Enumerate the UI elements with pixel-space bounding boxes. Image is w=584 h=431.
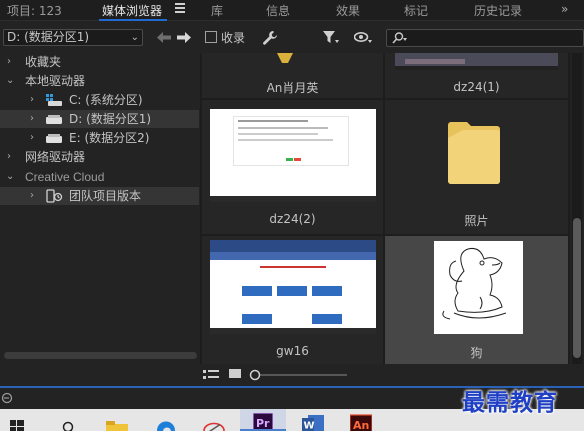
search-icon <box>392 32 407 44</box>
tab-media-browser[interactable]: 媒体浏览器 <box>102 2 162 19</box>
list-view-icon[interactable] <box>203 370 219 381</box>
icon-view-icon[interactable] <box>229 369 241 380</box>
tree-item-drive-e[interactable]: › E: (数据分区2) <box>0 129 199 147</box>
expand-arrow-icon[interactable]: › <box>30 187 34 205</box>
folder-icon <box>448 122 500 184</box>
tab-history[interactable]: 历史记录 <box>474 2 522 19</box>
dog-drawing-icon <box>442 248 507 320</box>
grid-item-label: An肖月英 <box>266 81 319 95</box>
status-icon <box>1 392 13 404</box>
tree-item-team-projects[interactable]: › 团队项目版本 <box>0 187 199 205</box>
premiere-taskbar-item[interactable]: Pr <box>240 409 286 431</box>
file-explorer-icon[interactable] <box>105 417 129 431</box>
team-project-icon <box>46 189 63 203</box>
wrench-icon[interactable] <box>262 30 278 46</box>
tree-item-local-drives[interactable]: ⌄ 本地驱动器 <box>0 72 199 90</box>
media-browser-window: 项目: 123 媒体浏览器 库 信息 效果 标记 历史记录 » D: (数据分区… <box>0 0 584 431</box>
forward-arrow-icon[interactable] <box>177 32 191 43</box>
expand-arrow-icon[interactable]: › <box>30 91 34 109</box>
grid-item-label: 狗 <box>470 346 483 360</box>
collapse-arrow-icon[interactable]: ⌄ <box>6 168 14 186</box>
screenshot-thumbnail <box>395 53 558 70</box>
tab-info[interactable]: 信息 <box>266 2 290 19</box>
location-tree: › 收藏夹 ⌄ 本地驱动器 › C: (系统分区) › D: (数据分区1) › <box>0 53 199 364</box>
svg-text:W: W <box>304 421 315 431</box>
active-tab-indicator <box>99 19 167 21</box>
ingest-label: 收录 <box>221 31 246 45</box>
thumbnail-zoom-slider[interactable] <box>249 368 349 382</box>
screenshot-thumbnail <box>210 109 376 202</box>
back-arrow-icon[interactable] <box>157 32 171 43</box>
panel-menu-icon[interactable] <box>175 3 185 15</box>
grid-item-dz24-1[interactable]: dz24(1) <box>385 53 568 98</box>
filter-icon[interactable] <box>323 31 339 45</box>
grid-item-label: dz24(1) <box>453 80 500 94</box>
watermark-text: 最需教育 <box>462 389 558 416</box>
grid-item-label: gw16 <box>276 344 309 358</box>
grid-item-label: dz24(2) <box>269 212 316 226</box>
system-drive-icon <box>46 94 62 106</box>
svg-text:An: An <box>353 419 369 431</box>
drive-icon <box>46 134 62 143</box>
view-icon[interactable] <box>354 32 372 44</box>
tab-project[interactable]: 项目: 123 <box>7 2 62 19</box>
tree-item-network-drives[interactable]: › 网络驱动器 <box>0 148 199 166</box>
drive-dropdown[interactable]: D: (数据分区1) ⌄ <box>3 29 143 46</box>
windows-icon[interactable] <box>10 416 24 431</box>
search-input[interactable] <box>386 29 584 47</box>
grid-item-an-xiaoyueying[interactable]: An肖月英 <box>202 53 383 98</box>
screenshot-thumbnail <box>210 240 376 334</box>
photo-thumbnail <box>277 53 293 63</box>
grid-item-gw16[interactable]: gw16 <box>202 236 383 364</box>
vertical-scrollbar-thumb[interactable] <box>573 218 581 358</box>
search-icon[interactable] <box>61 417 77 431</box>
app-icon[interactable] <box>202 416 226 431</box>
tab-markers[interactable]: 标记 <box>404 2 428 19</box>
tree-item-favorites[interactable]: › 收藏夹 <box>0 53 199 71</box>
collapse-arrow-icon[interactable]: ⌄ <box>6 72 14 90</box>
drive-icon <box>46 115 62 124</box>
expand-arrow-icon[interactable]: › <box>7 148 11 166</box>
tree-item-drive-c[interactable]: › C: (系统分区) <box>0 91 199 109</box>
tree-item-creative-cloud[interactable]: ⌄ Creative Cloud <box>0 168 199 186</box>
media-grid: An肖月英 dz24(1) dz24(2) 照片 gw16 狗 <box>200 53 570 364</box>
edge-icon[interactable] <box>155 416 177 431</box>
grid-item-label: 照片 <box>464 214 489 228</box>
tab-libraries[interactable]: 库 <box>211 2 223 19</box>
grid-item-photos-folder[interactable]: 照片 <box>385 100 568 234</box>
word-icon[interactable]: W <box>302 413 324 431</box>
grid-item-dz24-2[interactable]: dz24(2) <box>202 100 383 234</box>
drive-dropdown-value: D: (数据分区1) <box>7 30 90 44</box>
tab-effects[interactable]: 效果 <box>336 2 360 19</box>
more-tabs-icon[interactable]: » <box>561 2 568 16</box>
ingest-checkbox[interactable] <box>205 31 217 43</box>
horizontal-scrollbar[interactable] <box>4 352 197 359</box>
chevron-down-icon: ⌄ <box>130 32 139 43</box>
browser-toolbar: D: (数据分区1) ⌄ 收录 <box>0 23 584 53</box>
grid-item-dog[interactable]: 狗 <box>385 236 568 364</box>
expand-arrow-icon[interactable]: › <box>30 110 34 128</box>
animate-icon[interactable]: An <box>350 413 372 431</box>
drawing-thumbnail <box>434 241 523 334</box>
expand-arrow-icon[interactable]: › <box>7 53 11 71</box>
expand-arrow-icon[interactable]: › <box>30 129 34 147</box>
panel-tab-bar: 项目: 123 媒体浏览器 库 信息 效果 标记 历史记录 » <box>0 0 584 21</box>
tree-item-drive-d[interactable]: › D: (数据分区1) <box>0 110 199 128</box>
